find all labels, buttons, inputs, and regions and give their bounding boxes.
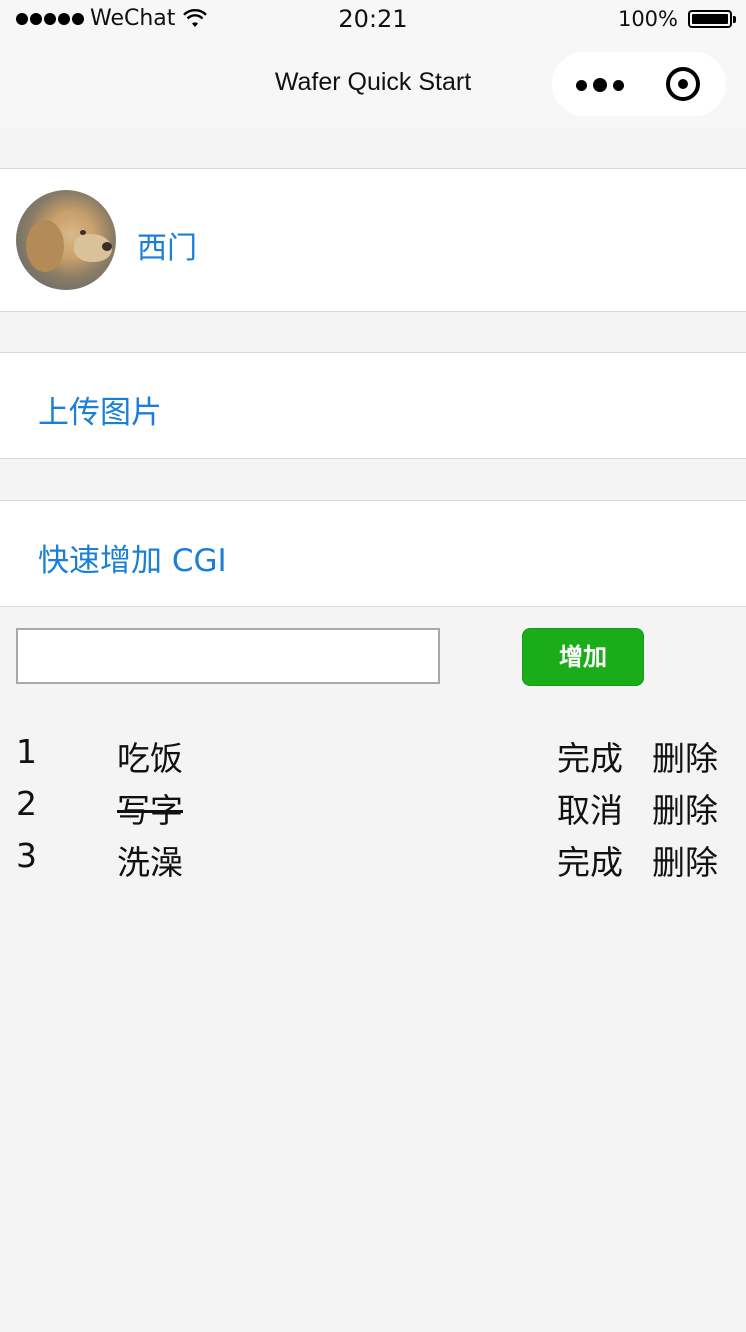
todo-complete-button[interactable]: 完成 [557, 732, 623, 780]
add-button[interactable]: 增加 [522, 628, 644, 686]
todo-delete-button[interactable]: 删除 [652, 784, 718, 832]
avatar [16, 190, 116, 290]
list-item: 1 吃饭 完成 删除 [0, 728, 746, 780]
todo-complete-button[interactable]: 完成 [557, 836, 623, 884]
status-right: 100% [617, 7, 736, 31]
todo-list: 1 吃饭 完成 删除 2 写字 取消 删除 3 洗澡 完成 删除 [0, 728, 746, 884]
todo-text: 吃饭 [117, 739, 183, 778]
quick-add-cgi-link[interactable]: 快速增加 CGI [38, 535, 227, 580]
battery-percent: 100% [617, 7, 678, 31]
todo-delete-button[interactable]: 删除 [652, 732, 718, 780]
todo-index: 2 [16, 784, 37, 823]
list-item: 2 写字 取消 删除 [0, 780, 746, 832]
battery-icon [688, 10, 736, 28]
nav-bar: Wafer Quick Start [0, 40, 746, 128]
todo-input[interactable] [16, 628, 440, 684]
more-icon[interactable] [576, 78, 624, 92]
todo-delete-button[interactable]: 删除 [652, 836, 718, 884]
quick-add-cgi-panel[interactable]: 快速增加 CGI [0, 500, 746, 607]
list-item: 3 洗澡 完成 删除 [0, 832, 746, 884]
user-nickname: 西门 [137, 231, 197, 266]
todo-text: 写字 [117, 791, 183, 830]
close-target-icon[interactable] [666, 67, 700, 101]
upload-image-link[interactable]: 上传图片 [38, 387, 162, 432]
user-info-panel[interactable]: 西门 [0, 168, 746, 312]
upload-image-panel[interactable]: 上传图片 [0, 352, 746, 459]
menu-capsule [552, 52, 726, 116]
todo-index: 1 [16, 732, 37, 771]
todo-cancel-button[interactable]: 取消 [557, 784, 623, 832]
todo-index: 3 [16, 836, 37, 875]
status-bar: WeChat 20:21 100% [0, 0, 746, 40]
todo-text: 洗澡 [117, 843, 183, 882]
